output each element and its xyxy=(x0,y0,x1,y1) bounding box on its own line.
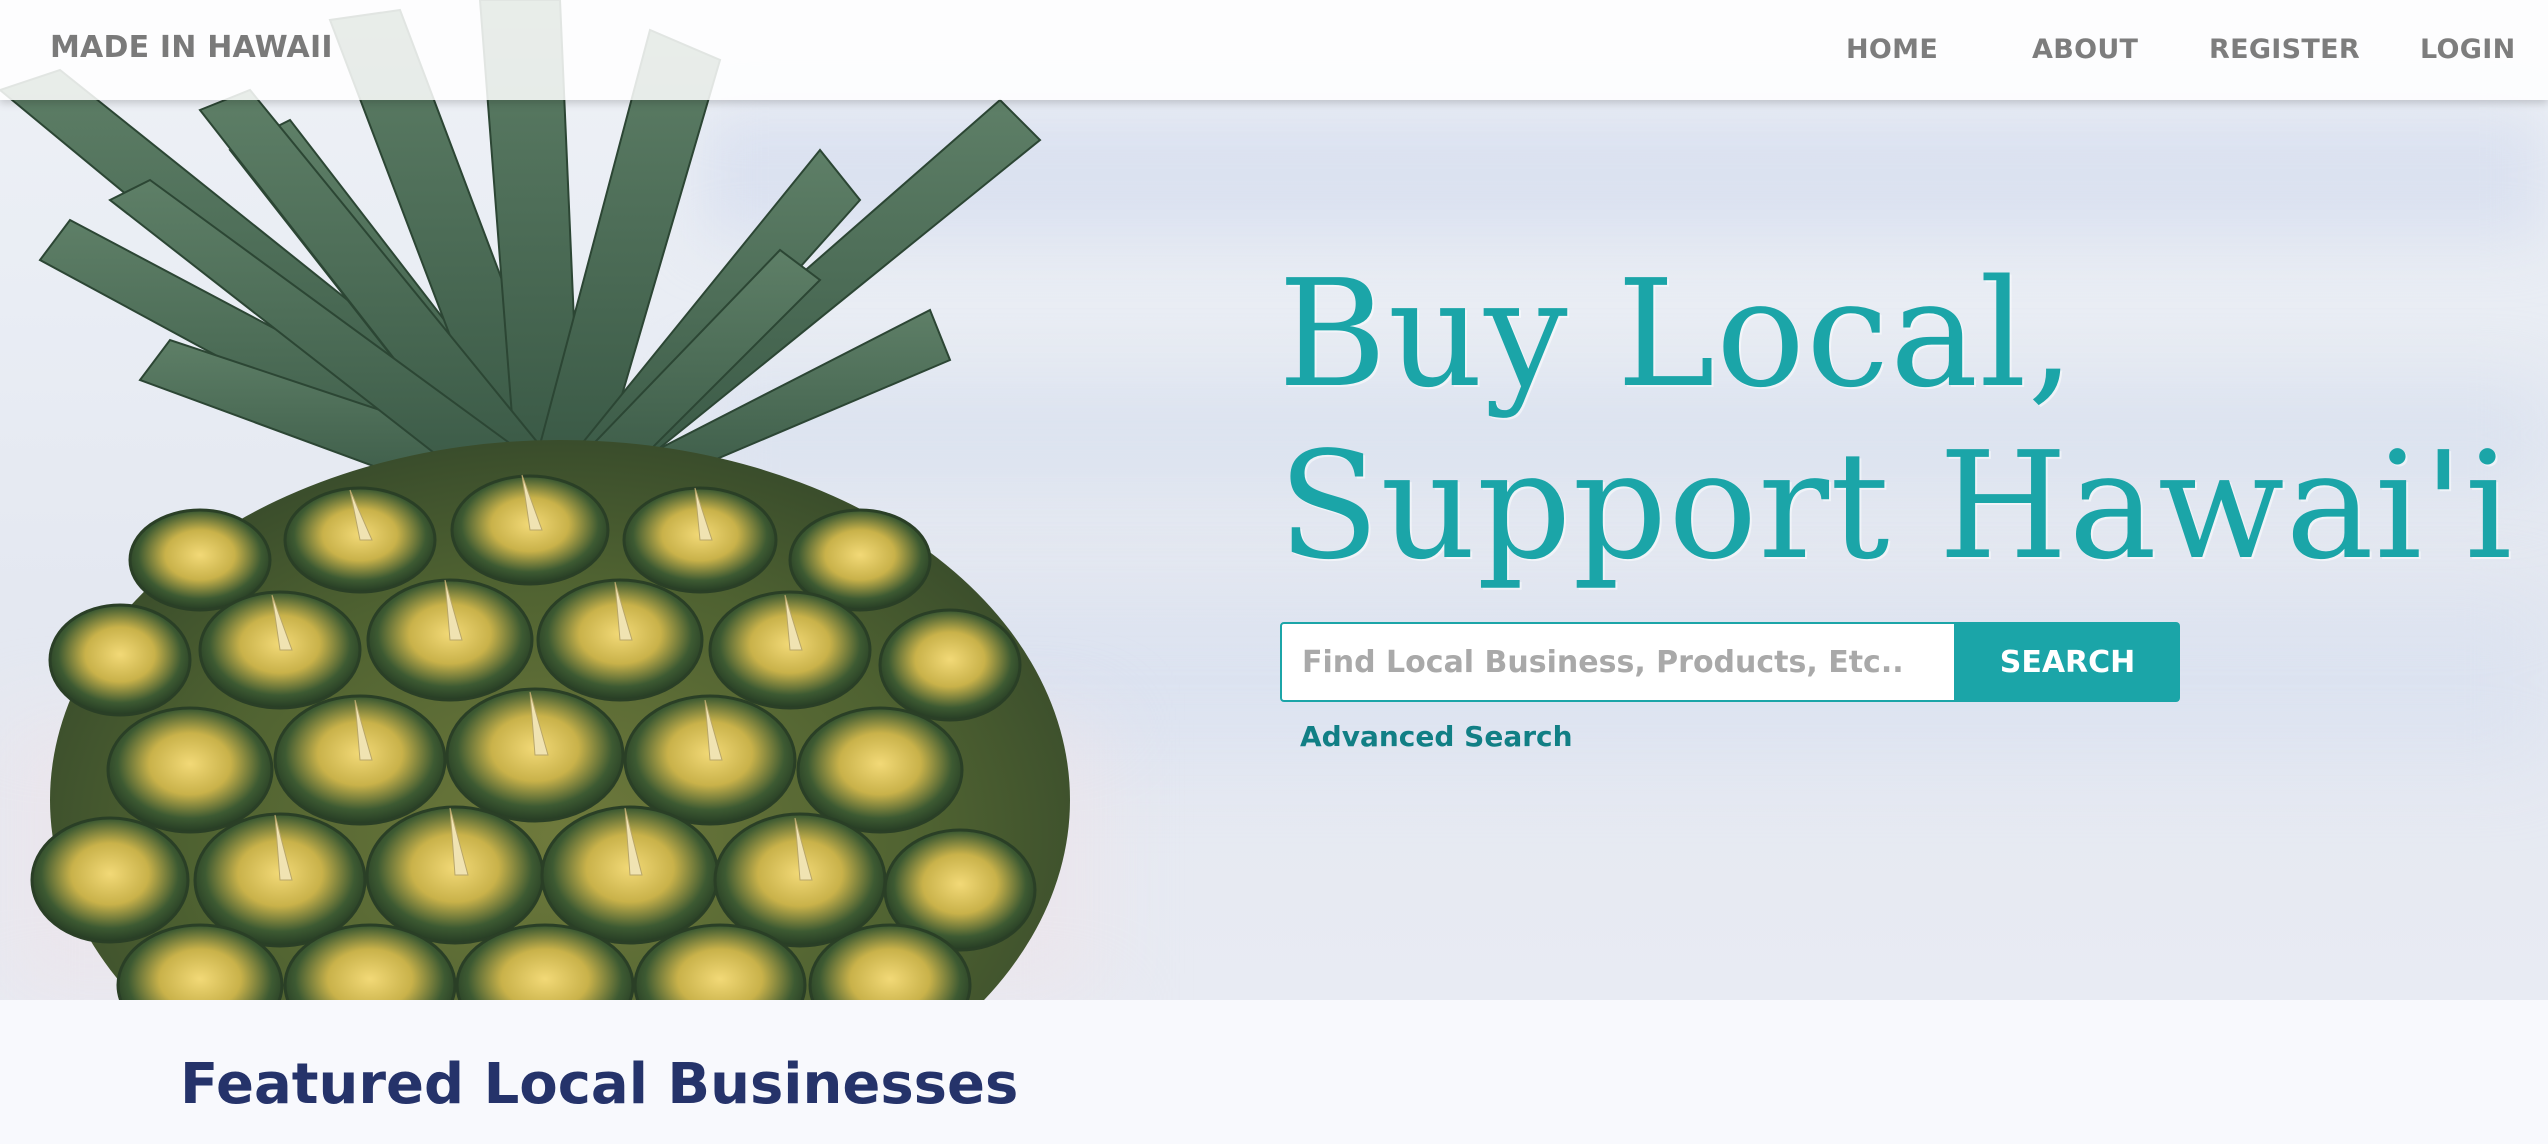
search-input[interactable] xyxy=(1280,622,1956,702)
featured-section: Featured Local Businesses xyxy=(0,1000,2548,1144)
top-navbar: MADE IN HAWAII HOME ABOUT REGISTER LOGIN xyxy=(0,0,2548,100)
advanced-search-link[interactable]: Advanced Search xyxy=(1300,720,1573,753)
nav-login-link[interactable]: LOGIN xyxy=(2420,34,2516,65)
nav-register-link[interactable]: REGISTER xyxy=(2209,34,2360,65)
hero-section: Buy Local, Support Hawai'i SEARCH Advanc… xyxy=(0,0,2548,1000)
nav-about-link[interactable]: ABOUT xyxy=(2032,34,2138,65)
search-button[interactable]: SEARCH xyxy=(1955,622,2180,702)
brand-logo-text[interactable]: MADE IN HAWAII xyxy=(50,30,333,65)
headline-line-2: Support Hawai'i xyxy=(1278,420,2514,592)
headline-line-1: Buy Local, xyxy=(1278,248,2076,420)
hero-headline: Buy Local, Support Hawai'i xyxy=(1278,248,2538,592)
featured-title: Featured Local Businesses xyxy=(180,1052,1019,1117)
pineapple-hero-image xyxy=(0,0,1070,1000)
nav-home-link[interactable]: HOME xyxy=(1846,34,1938,65)
